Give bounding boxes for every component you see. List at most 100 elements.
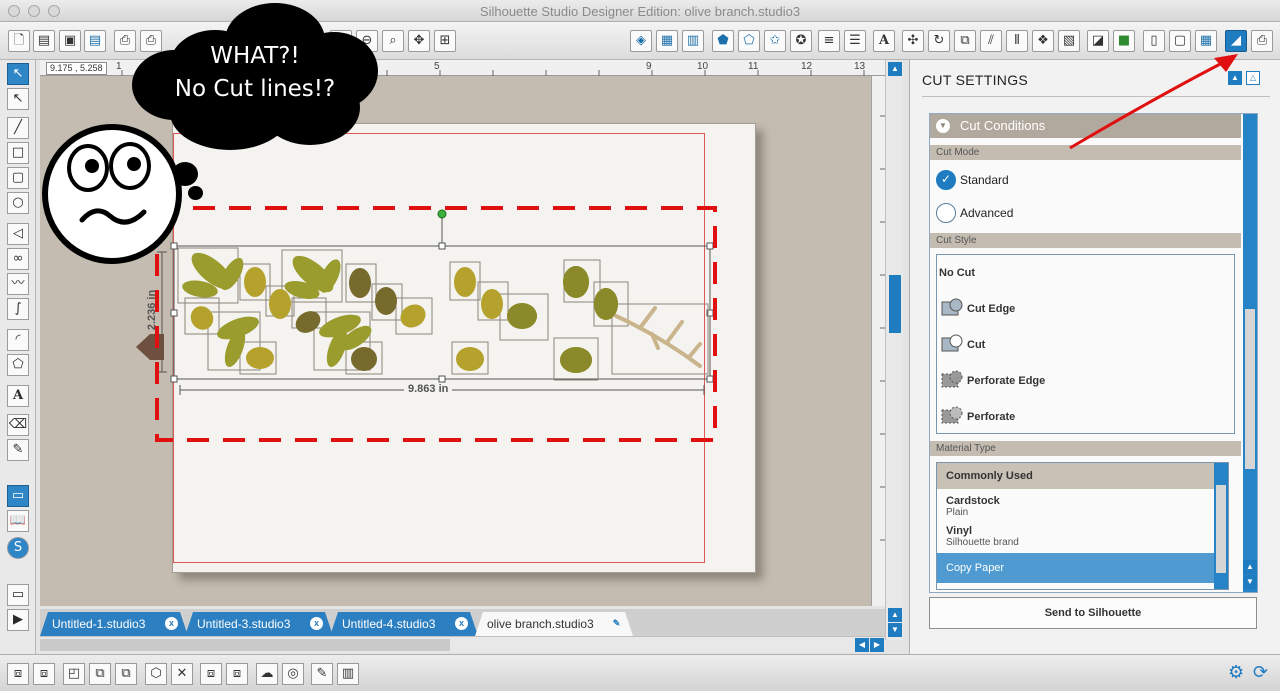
window-layout-icon[interactable]: ▭ xyxy=(7,584,29,606)
arc-tool-icon[interactable]: ◜ xyxy=(7,329,29,351)
zoom-fit-icon[interactable]: ⊞ xyxy=(434,30,456,52)
close-tab-icon[interactable]: x xyxy=(165,617,178,630)
scroll-thumb[interactable] xyxy=(889,275,901,333)
rectangle-tool-icon[interactable]: □ xyxy=(7,142,29,164)
release-compound-path-icon[interactable]: ⧉ xyxy=(89,663,111,685)
open-folder-icon[interactable]: ▤ xyxy=(33,30,55,52)
regular-polygon-icon[interactable]: ⬠ xyxy=(7,354,29,376)
freehand-tool-icon[interactable]: 〰 xyxy=(7,273,29,295)
material-copy-paper[interactable]: Copy Paper xyxy=(937,553,1215,583)
style-cut-edge[interactable]: Cut Edge xyxy=(967,303,1015,315)
grid-icon[interactable]: ▦ xyxy=(1195,30,1217,52)
trace-icon[interactable]: ■ xyxy=(1113,30,1135,52)
bring-to-front-icon[interactable]: ⧈ xyxy=(200,663,222,685)
style-perforate[interactable]: Perforate xyxy=(967,411,1015,423)
tab-olive-branch[interactable]: olive branch.studio3 ✎ xyxy=(475,612,633,636)
delete-icon[interactable]: ✕ xyxy=(171,663,193,685)
polygon-tool-icon[interactable]: ◁ xyxy=(7,223,29,245)
knife-icon[interactable]: ✎ xyxy=(7,439,29,461)
star-icon[interactable]: ✩ xyxy=(764,30,786,52)
line-color-icon[interactable]: ▦ xyxy=(656,30,678,52)
new-document-icon[interactable]: 🗋 xyxy=(8,30,30,52)
page-setup-icon[interactable]: ▯ xyxy=(1143,30,1165,52)
trace-tool-icon[interactable]: ✎ xyxy=(311,663,333,685)
curve-tool-icon[interactable]: ∞ xyxy=(7,248,29,270)
collapse-chevron-icon[interactable]: ▼ xyxy=(936,119,950,133)
pan-icon[interactable]: ✥ xyxy=(408,30,430,52)
cut-conditions-header[interactable]: ▼ Cut Conditions xyxy=(930,114,1241,138)
tab-untitled-1[interactable]: Untitled-1.studio3 x xyxy=(40,612,188,636)
material-vinyl[interactable]: Vinyl Silhouette brand xyxy=(937,525,1215,548)
fill-color-icon[interactable]: ◈ xyxy=(630,30,652,52)
align-icon[interactable]: ⫴ xyxy=(1006,30,1028,52)
shape-custom-icon[interactable]: ✪ xyxy=(790,30,812,52)
group-icon[interactable]: ⧈ xyxy=(7,663,29,685)
advanced-radio[interactable] xyxy=(936,203,956,223)
shear-icon[interactable]: ⫽ xyxy=(980,30,1002,52)
library-icon[interactable]: 📖 xyxy=(7,510,29,532)
offset-shape-icon[interactable]: ◎ xyxy=(282,663,304,685)
tab-untitled-3[interactable]: Untitled-3.studio3 x xyxy=(185,612,333,636)
sync-icon[interactable]: ⟳ xyxy=(1253,662,1268,683)
scroll-down-arrow-icon[interactable]: ▼ xyxy=(888,623,902,637)
standard-radio[interactable]: ✓ xyxy=(936,170,956,190)
scroll-left-arrow-icon[interactable]: ◀ xyxy=(855,638,869,652)
close-tab-icon[interactable]: x xyxy=(310,617,323,630)
send-to-silhouette-button[interactable]: Send to Silhouette xyxy=(929,597,1257,629)
ellipse-tool-icon[interactable]: ○ xyxy=(7,192,29,214)
make-compound-path-icon[interactable]: ◰ xyxy=(63,663,85,685)
panel-scroll-down-icon[interactable]: ▼ xyxy=(1243,575,1257,589)
duplicate-icon[interactable]: ⧉ xyxy=(115,663,137,685)
weld-shapes-icon[interactable]: ☁ xyxy=(256,663,278,685)
rounded-rectangle-tool-icon[interactable]: ▢ xyxy=(7,167,29,189)
point-edit-icon[interactable]: ↖ xyxy=(7,88,29,110)
line-style-icon[interactable]: ≡ xyxy=(818,30,840,52)
style-cut[interactable]: Cut xyxy=(967,339,985,351)
style-perforate-edge[interactable]: Perforate Edge xyxy=(967,375,1045,387)
scroll-right-arrow-icon[interactable]: ▶ xyxy=(870,638,884,652)
text-tool-icon[interactable]: A xyxy=(7,385,29,407)
panel-scroll-up-icon[interactable]: ▲ xyxy=(1243,560,1257,574)
eraser-icon[interactable]: ⌫ xyxy=(7,414,29,436)
pentagon-icon[interactable]: ⬟ xyxy=(712,30,734,52)
cut-settings-icon[interactable]: ◢ xyxy=(1225,30,1247,52)
text-style-icon[interactable]: A xyxy=(873,30,895,52)
save-to-library-icon[interactable]: ▤ xyxy=(84,30,106,52)
panel-collapse-icon[interactable]: ▲ xyxy=(1228,71,1242,85)
send-to-back-icon[interactable]: ⧈ xyxy=(226,663,248,685)
replicate-icon[interactable]: ❖ xyxy=(1032,30,1054,52)
canvas-vertical-scrollbar[interactable]: ▲ ▲ ▼ xyxy=(885,60,903,640)
select-arrow-icon[interactable]: ↖ xyxy=(7,63,29,85)
tab-untitled-4[interactable]: Untitled-4.studio3 x xyxy=(330,612,478,636)
pin-tab-icon[interactable]: ✎ xyxy=(610,617,623,630)
close-tab-icon[interactable]: x xyxy=(455,617,468,630)
play-icon[interactable]: ▶ xyxy=(7,609,29,631)
scroll-thumb[interactable] xyxy=(40,639,450,651)
material-scrollbar[interactable] xyxy=(1214,463,1228,589)
pentagon-outline-icon[interactable]: ⬠ xyxy=(738,30,760,52)
settings-gear-icon[interactable]: ⚙ xyxy=(1228,662,1244,683)
save-icon[interactable]: ▣ xyxy=(59,30,81,52)
line-thickness-icon[interactable]: ☰ xyxy=(844,30,866,52)
transform-icon[interactable]: ✣ xyxy=(902,30,924,52)
ungroup-icon[interactable]: ⧈ xyxy=(33,663,55,685)
rotate-icon[interactable]: ↻ xyxy=(928,30,950,52)
material-cardstock[interactable]: Cardstock Plain xyxy=(937,495,1215,518)
fill-gradient-icon[interactable]: ▥ xyxy=(682,30,704,52)
layers-icon[interactable]: ▥ xyxy=(337,663,359,685)
offset-icon[interactable]: ◪ xyxy=(1087,30,1109,52)
design-view-icon[interactable]: ▭ xyxy=(7,485,29,507)
send-to-silhouette-icon[interactable]: ⎙ xyxy=(1251,30,1273,52)
line-tool-icon[interactable]: ╱ xyxy=(7,117,29,139)
modify-icon[interactable]: ▧ xyxy=(1058,30,1080,52)
zoom-drag-icon[interactable]: ⌕ xyxy=(382,30,404,52)
smooth-freehand-icon[interactable]: ∫ xyxy=(7,298,29,320)
panel-scrollbar[interactable] xyxy=(1243,114,1257,592)
rotate-handle[interactable] xyxy=(437,209,447,219)
registration-marks-icon[interactable]: ▢ xyxy=(1169,30,1191,52)
online-store-icon[interactable]: S xyxy=(7,537,29,559)
scroll-up-arrow-icon[interactable]: ▲ xyxy=(888,608,902,622)
canvas-horizontal-scrollbar[interactable]: ◀ ▶ xyxy=(40,636,885,652)
scroll-up-arrow-icon[interactable]: ▲ xyxy=(888,62,902,76)
scale-icon[interactable]: ⧉ xyxy=(954,30,976,52)
